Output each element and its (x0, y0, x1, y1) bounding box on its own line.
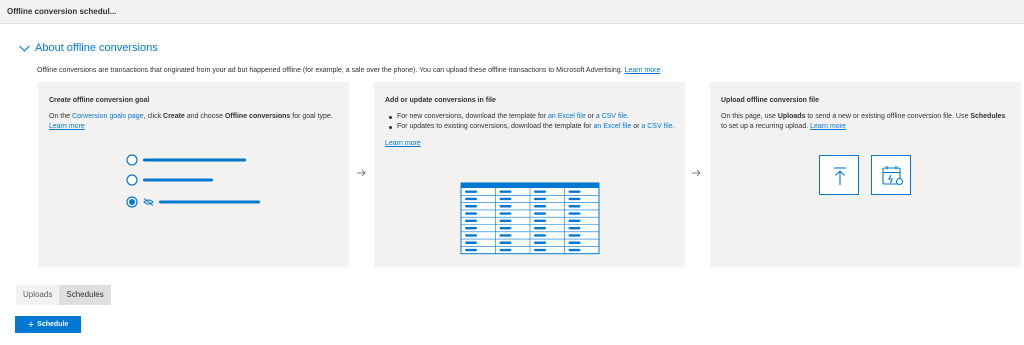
card-title: Create offline conversion goal (49, 97, 150, 104)
card-upload: Upload offline conversion file On this p… (710, 82, 1021, 267)
excel-template-link[interactable]: an Excel file (548, 113, 586, 120)
card-text: On this page, use (721, 113, 776, 120)
bullet-list: For new conversions, download the templa… (385, 112, 680, 132)
card-create-goal: Create offline conversion goal On the Co… (38, 82, 349, 267)
card-title: Add or update conversions in file (385, 97, 496, 104)
csv-template-link[interactable]: a CSV file (596, 113, 627, 120)
card-text: for goal type. (292, 113, 333, 120)
intro-text: Offline conversions are transactions tha… (37, 67, 660, 74)
card-text-bold: Schedules (970, 113, 1006, 120)
upload-icon (834, 167, 846, 185)
card-learn-more-link[interactable]: Learn more (49, 123, 85, 130)
list-item: For new conversions, download the templa… (385, 112, 680, 122)
card-body: On the Conversion goals page, click Crea… (49, 112, 339, 132)
card-learn-more-link[interactable]: Learn more (385, 140, 421, 147)
card-text: to send a new or existing offline conver… (807, 113, 969, 120)
upload-tile (819, 155, 859, 195)
card-text: or (633, 123, 640, 130)
card-text: . (627, 113, 629, 120)
schedule-tile (871, 155, 911, 195)
card-body: For new conversions, download the templa… (385, 112, 680, 149)
card-text: to set up a recurring upload. (721, 123, 809, 130)
schedule-button-label: Schedule (37, 321, 69, 328)
window-title: Offline conversion schedul... (7, 7, 117, 16)
csv-template-link[interactable]: a CSV file (641, 123, 672, 130)
intro-text-body: Offline conversions are transactions tha… (37, 67, 623, 74)
add-schedule-button[interactable]: + Schedule (15, 316, 81, 333)
card-text: . (672, 123, 675, 130)
conversion-goals-link[interactable]: Conversion goals page (72, 113, 144, 120)
chevron-down-icon (19, 45, 30, 52)
card-text: or (587, 113, 594, 120)
card-learn-more-link[interactable]: Learn more (810, 123, 846, 130)
schedule-calendar-icon (882, 166, 903, 185)
arrow-right-icon (357, 169, 366, 177)
tab-schedules[interactable]: Schedules (59, 285, 111, 305)
list-item: For updates to existing conversions, dow… (385, 122, 680, 132)
card-text: , click (143, 113, 162, 120)
section-title: About offline conversions (35, 42, 158, 54)
card-text: For updates to existing conversions, dow… (397, 123, 592, 130)
card-text-bold: Uploads (777, 113, 806, 120)
card-text: On the (49, 113, 71, 120)
hidden-eye-icon (143, 198, 154, 206)
file-table-illustration (460, 182, 600, 255)
goal-type-illustration (126, 154, 260, 208)
card-text-bold: Create (163, 113, 185, 120)
card-body: On this page, use Uploads to send a new … (721, 112, 1013, 132)
intro-learn-more-link[interactable]: Learn more (625, 67, 661, 74)
about-section-toggle[interactable]: About offline conversions (18, 41, 158, 55)
card-text-bold: Offline conversions (224, 113, 291, 120)
upload-schedule-tabs: Uploads Schedules (16, 285, 111, 305)
card-add-update: Add or update conversions in file For ne… (374, 82, 685, 267)
card-title: Upload offline conversion file (721, 97, 820, 104)
plus-icon: + (27, 318, 35, 331)
tab-uploads[interactable]: Uploads (16, 285, 59, 305)
window-titlebar: Offline conversion schedul... (0, 0, 1024, 24)
arrow-right-icon (692, 169, 701, 177)
card-text: For new conversions, download the templa… (397, 113, 547, 120)
excel-template-link[interactable]: an Excel file (594, 123, 632, 130)
card-text: and choose (186, 113, 223, 120)
